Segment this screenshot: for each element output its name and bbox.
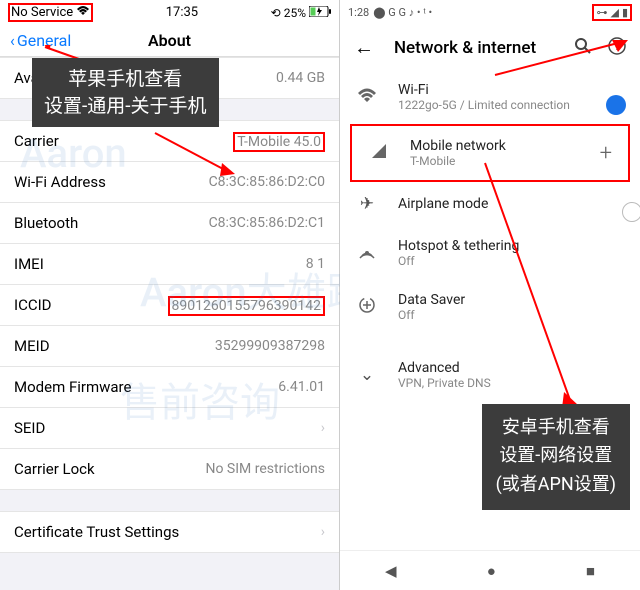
chevron-right-icon: › bbox=[321, 420, 325, 436]
annotation-line: 安卓手机查看 bbox=[496, 414, 616, 443]
status-icons: ⬤ G G ♪ • ᵗ • bbox=[373, 6, 432, 19]
row-imei: IMEI 8 1 bbox=[0, 243, 339, 284]
wifi-icon bbox=[76, 5, 90, 20]
no-service-text: No Service bbox=[11, 5, 73, 20]
data-saver-icon bbox=[356, 296, 378, 319]
chevron-left-icon: ‹ bbox=[10, 31, 15, 50]
android-nav-bar: ◀ ● ■ bbox=[340, 550, 640, 590]
row-bluetooth: Bluetooth C8:3C:85:86:D2:C1 bbox=[0, 202, 339, 243]
android-status-bar: 1:28 ⬤ G G ♪ • ᵗ • ⊶ ◢ ▮ bbox=[340, 0, 640, 25]
row-meid: MEID 35299909387298 bbox=[0, 325, 339, 366]
nav-back-icon[interactable]: ◀ bbox=[385, 562, 397, 580]
ios-annotation: 苹果手机查看 设置-通用-关于手机 bbox=[32, 58, 219, 127]
ios-status-bar: No Service 17:35 ⟲ 25% bbox=[0, 0, 339, 25]
time-text: 1:28 bbox=[348, 6, 369, 19]
nav-home-icon[interactable]: ● bbox=[487, 562, 496, 580]
battery-pct: 25% bbox=[284, 6, 306, 20]
wifi-icon bbox=[356, 87, 378, 108]
time-text: 17:35 bbox=[166, 5, 198, 20]
annotation-line: 设置-通用-关于手机 bbox=[44, 93, 207, 120]
hotspot-icon bbox=[356, 242, 378, 265]
vpn-icon: ⊶ bbox=[596, 6, 607, 19]
annotation-line: (或者APN设置) bbox=[496, 471, 616, 500]
signal-icon: ◢ bbox=[610, 6, 618, 19]
add-network-icon[interactable]: + bbox=[600, 141, 612, 166]
android-annotation: 安卓手机查看 设置-网络设置 (或者APN设置) bbox=[482, 404, 630, 510]
chevron-down-icon: ⌄ bbox=[356, 365, 378, 385]
signal-icon bbox=[368, 142, 390, 165]
chevron-right-icon: › bbox=[321, 524, 325, 540]
row-iccid: ICCID 8901260155796390142 bbox=[0, 284, 339, 325]
annotation-line: 苹果手机查看 bbox=[44, 66, 207, 93]
rotation-lock-icon: ⟲ bbox=[271, 6, 281, 20]
row-carrier-lock: Carrier Lock No SIM restrictions bbox=[0, 448, 339, 489]
annotation-line: 设置-网络设置 bbox=[496, 442, 616, 471]
battery-icon bbox=[309, 6, 331, 20]
row-modem-firmware: Modem Firmware 6.41.01 bbox=[0, 366, 339, 407]
row-seid[interactable]: SEID › bbox=[0, 407, 339, 448]
nav-recent-icon[interactable]: ■ bbox=[586, 562, 595, 580]
back-arrow-icon[interactable]: ← bbox=[354, 35, 374, 60]
battery-icon: ▮ bbox=[622, 6, 628, 19]
row-cert-trust[interactable]: Certificate Trust Settings › bbox=[0, 511, 339, 552]
airplane-icon: ✈ bbox=[356, 194, 378, 214]
